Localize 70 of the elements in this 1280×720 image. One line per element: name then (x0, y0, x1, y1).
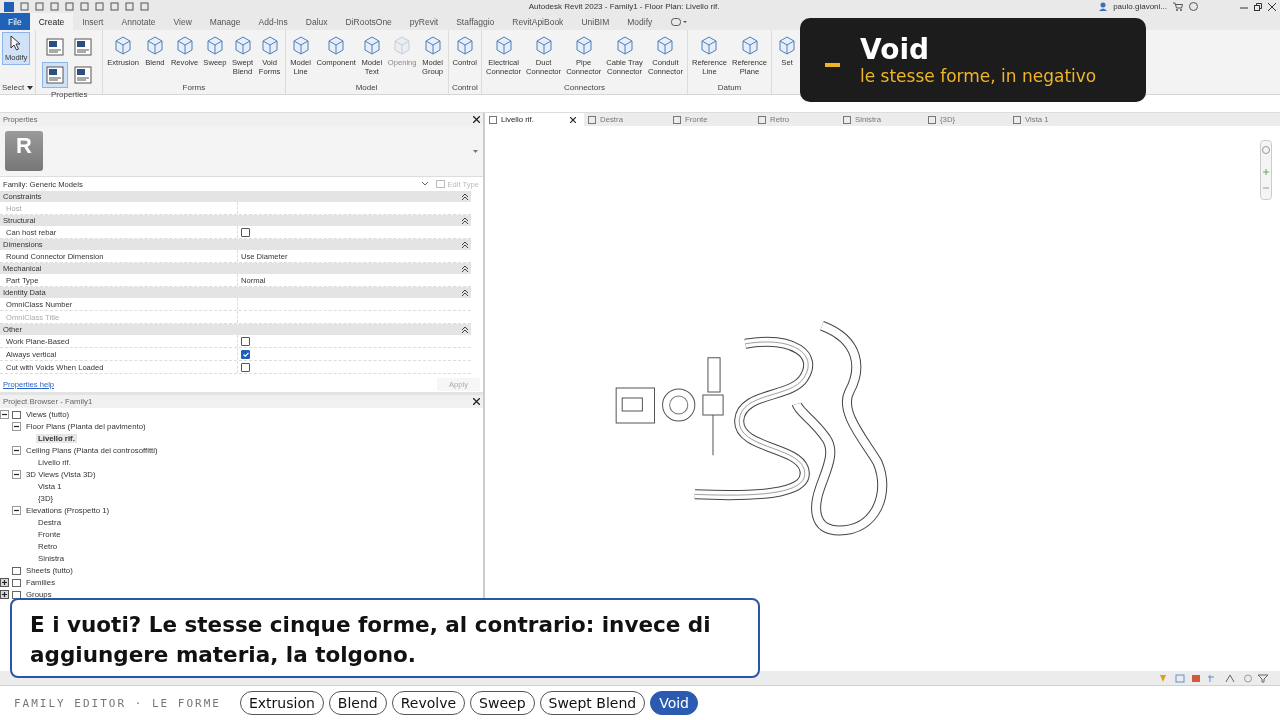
topic-chip[interactable]: Blend (328, 691, 387, 715)
expand-icon[interactable] (0, 589, 9, 599)
checkbox[interactable] (241, 227, 250, 237)
dropdown-icon[interactable] (671, 17, 688, 26)
checkbox[interactable] (241, 362, 250, 372)
file-menu-button[interactable]: File (0, 13, 30, 30)
ribbon-tab[interactable]: UniBIM (572, 13, 619, 30)
close-icon[interactable] (473, 398, 480, 405)
collapse-icon[interactable] (12, 421, 21, 431)
properties-tool-button[interactable] (42, 62, 69, 88)
cursor-icon (10, 35, 23, 51)
ribbon-tab[interactable]: Annotate (112, 13, 165, 30)
chevron-down-icon (422, 182, 429, 186)
close-icon[interactable] (1268, 2, 1276, 11)
topic-chip[interactable]: Swept Blend (539, 691, 646, 715)
ribbon-tab[interactable]: Manage (200, 13, 250, 30)
topic-chip[interactable]: Extrusion (239, 691, 324, 715)
ribbon-tab[interactable]: Add-Ins (249, 13, 297, 30)
panel-title: Forms (181, 83, 207, 94)
ribbon-tab[interactable]: Dalux (296, 13, 337, 30)
ribbon-tab[interactable]: Insert (73, 13, 113, 30)
checkbox[interactable] (241, 349, 250, 359)
collapse-icon[interactable] (462, 289, 468, 296)
user-name[interactable]: paulo.giavoni... (1113, 2, 1167, 11)
panel-title: Model (354, 83, 379, 94)
expand-icon[interactable] (0, 577, 9, 587)
ribbon-tab[interactable]: RevitApiBook (503, 13, 573, 30)
user-icon[interactable] (1099, 2, 1108, 11)
panel-title[interactable]: Select (2, 83, 25, 92)
family-type-image: R (5, 131, 43, 171)
window-icon (46, 66, 65, 84)
checkbox[interactable] (241, 336, 250, 346)
topic-chip[interactable]: Sweep (470, 691, 535, 715)
collapse-icon[interactable] (12, 469, 21, 479)
section-label: FAMILY EDITOR · LE FORME (14, 696, 221, 710)
cart-icon[interactable] (1173, 2, 1183, 11)
collapse-icon[interactable] (12, 505, 21, 515)
caption-text: E i vuoti? Le stesse cinque forme, al contrario: invece di aggiungere materia, la tolgono. (30, 611, 712, 669)
collapse-icon[interactable] (462, 265, 468, 272)
callout-title: Void (860, 34, 930, 66)
panel-title: Properties (50, 90, 89, 101)
ribbon-tab[interactable]: Modify (618, 13, 662, 30)
ribbon-tab[interactable]: Staffaggio (447, 13, 504, 30)
ribbon-tab[interactable]: pyRevit (400, 13, 448, 30)
window-title: Autodesk Revit 2023 - Family1 - Floor Plan: Livello rif. (527, 2, 721, 11)
panel-title: Control (450, 83, 479, 94)
ribbon-tab[interactable]: View (164, 13, 201, 30)
collapse-icon[interactable] (462, 241, 468, 248)
window-icon (74, 38, 93, 56)
window-icon (74, 66, 93, 84)
ribbon-tab[interactable]: Create (29, 13, 74, 30)
close-icon[interactable] (473, 116, 480, 123)
accent-bar (825, 63, 840, 67)
collapse-icon[interactable] (462, 217, 468, 224)
restore-icon[interactable] (1254, 2, 1262, 11)
close-icon[interactable] (570, 116, 576, 123)
status-icons-drawing[interactable] (1158, 673, 1270, 683)
topic-chip[interactable]: Void (650, 691, 698, 715)
window-icon (46, 38, 65, 56)
collapse-icon[interactable] (12, 445, 21, 455)
collapse-icon[interactable] (462, 193, 468, 200)
caret-icon[interactable] (27, 85, 34, 90)
collapse-icon[interactable] (462, 326, 468, 333)
panel-title: Datum (716, 83, 743, 94)
ribbon-tab[interactable]: DiRootsOne (336, 13, 401, 30)
collapse-icon[interactable] (0, 409, 9, 419)
topic-chip[interactable]: Revolve (391, 691, 466, 715)
app-logo-icon[interactable] (4, 1, 14, 12)
callout-subtitle: le stesse forme, in negativo (860, 66, 1097, 86)
panel-title: Connectors (563, 83, 606, 94)
